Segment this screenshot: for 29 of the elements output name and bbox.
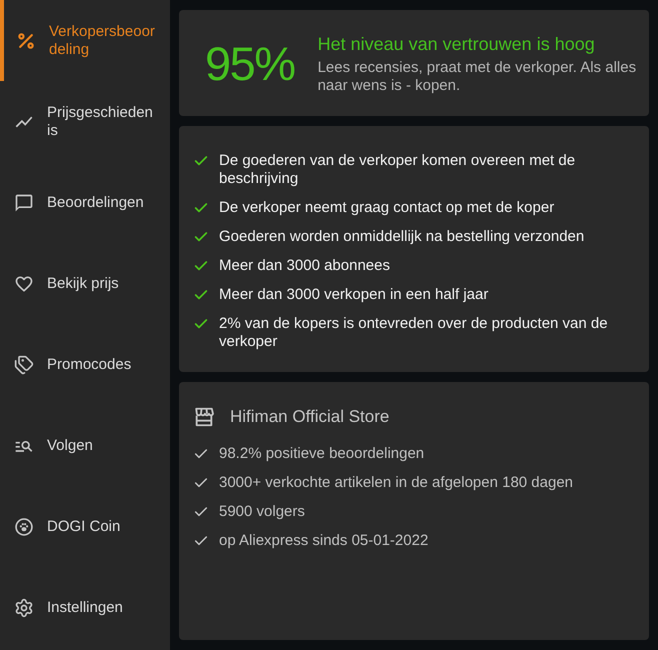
trust-score: 95% [205, 36, 295, 90]
criteria-text: De goederen van de verkoper komen overeen met de beschrijving [219, 152, 576, 188]
criteria-text: 2% van de kopers is ontevreden over de producten van de verkoper [219, 315, 609, 351]
chat-bubble-icon [14, 192, 34, 212]
criteria-text: Meer dan 3000 verkopen in een half jaar [219, 286, 488, 304]
criteria-text: De verkoper neemt graag contact op met de koper [219, 199, 554, 217]
storefront-icon [193, 406, 215, 428]
sidebar-item[interactable]: Bekijk prijs [0, 243, 170, 324]
heart-icon [14, 274, 34, 294]
sidebar-item[interactable]: Promocodes [0, 324, 170, 405]
sidebar-item[interactable]: Volgen [0, 405, 170, 486]
sidebar-item[interactable]: Beoordelingen [0, 162, 170, 243]
sidebar-item[interactable]: Verkopersbeoordeling [0, 0, 170, 81]
store-name: Hifiman Official Store [230, 407, 390, 427]
store-fact: 3000+ verkochte artikelen in de afgelopen 180 dagen [219, 474, 574, 492]
settings-icon [14, 598, 34, 618]
percent-icon [16, 30, 36, 50]
store-fact: op Aliexpress sinds 05-01-2022 [219, 532, 428, 550]
sidebar-item[interactable]: DOGI Coin [0, 486, 170, 567]
criteria-text: Meer dan 3000 abonnees [219, 257, 390, 275]
sidebar-item[interactable]: Instellingen [0, 567, 170, 648]
tags-icon [14, 354, 34, 374]
paw-coin-icon [14, 516, 34, 536]
store-fact: 5900 volgers [219, 503, 305, 521]
criteria-text: Goederen worden onmiddellijk na bestelling verzonden [219, 228, 584, 246]
trust-description: Lees recensies, praat met de verkoper. Als alles naar wens is - kopen. [318, 58, 638, 94]
trust-title: Het niveau van vertrouwen is hoog [318, 34, 596, 54]
sidebar-item[interactable]: Prijsgeschiedenis [0, 81, 170, 162]
store-fact: 98.2% positieve beoordelingen [219, 445, 424, 463]
